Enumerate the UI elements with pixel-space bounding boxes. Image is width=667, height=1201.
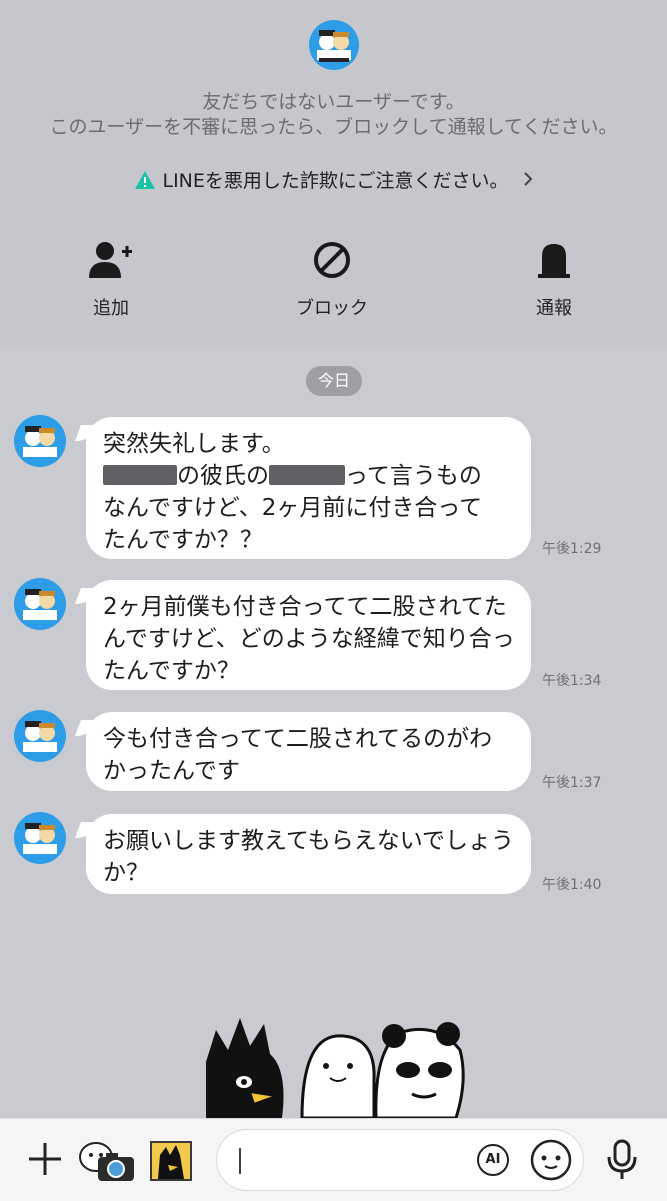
- emoji-icon[interactable]: [529, 1138, 573, 1182]
- message-time: 午後1:40: [542, 877, 602, 893]
- message-text: お願いします教えてもらえないでしょうか？: [103, 828, 515, 886]
- block-label: ブロック: [296, 298, 368, 319]
- fraud-warning-link[interactable]: LINEを悪用した詐欺にご注意ください。: [0, 166, 667, 195]
- message-line: 突然失礼します。: [103, 431, 285, 457]
- sender-avatar[interactable]: [14, 578, 66, 630]
- message-input[interactable]: AI: [216, 1129, 584, 1191]
- message-text-fragment: の彼氏の: [177, 463, 269, 489]
- chevron-right-icon: [523, 170, 533, 192]
- add-friend-button[interactable]: 追加: [51, 240, 171, 320]
- redacted-block: [103, 465, 177, 485]
- ai-icon[interactable]: AI: [477, 1144, 509, 1176]
- report-label: 通報: [536, 298, 572, 319]
- plus-icon[interactable]: [27, 1141, 63, 1177]
- warning-icon: [134, 170, 156, 195]
- sticker-image[interactable]: [198, 1010, 468, 1118]
- profile-avatar[interactable]: [309, 20, 359, 70]
- message-line: の彼氏の って言うもの: [103, 460, 515, 492]
- block-icon: [272, 240, 392, 280]
- add-label: 追加: [93, 298, 129, 319]
- notice-line2: このユーザーを不審に思ったら、ブロックして通報してください。: [49, 116, 618, 138]
- text-cursor: [239, 1148, 241, 1174]
- message-input-bar: AI: [0, 1118, 667, 1201]
- message-time: 午後1:29: [542, 541, 602, 557]
- message-text-fragment: って言うもの: [345, 463, 482, 489]
- report-icon: [494, 240, 614, 280]
- block-button[interactable]: ブロック: [272, 240, 392, 320]
- non-friend-panel: 友だちではないユーザーです。 このユーザーを不審に思ったら、ブロックして通報して…: [0, 0, 667, 348]
- warning-text: LINEを悪用した詐欺にご注意ください。: [162, 170, 509, 192]
- message-bubble[interactable]: 2ヶ月前僕も付き合ってて二股されてたんですけど、どのような経緯で知り合ったんです…: [86, 580, 531, 690]
- message-time: 午後1:34: [542, 673, 602, 689]
- message-line: たんですか？？: [103, 527, 263, 553]
- redacted-block: [269, 465, 345, 485]
- sticker-icon[interactable]: [150, 1141, 192, 1181]
- microphone-icon[interactable]: [604, 1139, 640, 1181]
- message-line: なんですけど、2ヶ月前に付き合って: [103, 495, 483, 521]
- message-text: 2ヶ月前僕も付き合ってて二股されてたんですけど、どのような経緯で知り合ったんです…: [103, 594, 515, 684]
- report-button[interactable]: 通報: [494, 240, 614, 320]
- sender-avatar[interactable]: [14, 710, 66, 762]
- add-user-icon: [51, 240, 171, 280]
- notice-line1: 友だちではないユーザーです。: [202, 91, 465, 113]
- sender-avatar[interactable]: [14, 415, 66, 467]
- message-bubble[interactable]: お願いします教えてもらえないでしょうか？: [86, 814, 531, 894]
- camera-icon[interactable]: [76, 1135, 138, 1185]
- message-time: 午後1:37: [542, 775, 602, 791]
- date-separator: 今日: [306, 366, 362, 396]
- message-text: 今も付き合ってて二股されてるのがわかったんです: [103, 726, 493, 784]
- message-bubble[interactable]: 突然失礼します。 の彼氏の って言うもの なんですけど、2ヶ月前に付き合って たん…: [86, 417, 531, 559]
- sender-avatar[interactable]: [14, 812, 66, 864]
- message-bubble[interactable]: 今も付き合ってて二股されてるのがわかったんです: [86, 712, 531, 791]
